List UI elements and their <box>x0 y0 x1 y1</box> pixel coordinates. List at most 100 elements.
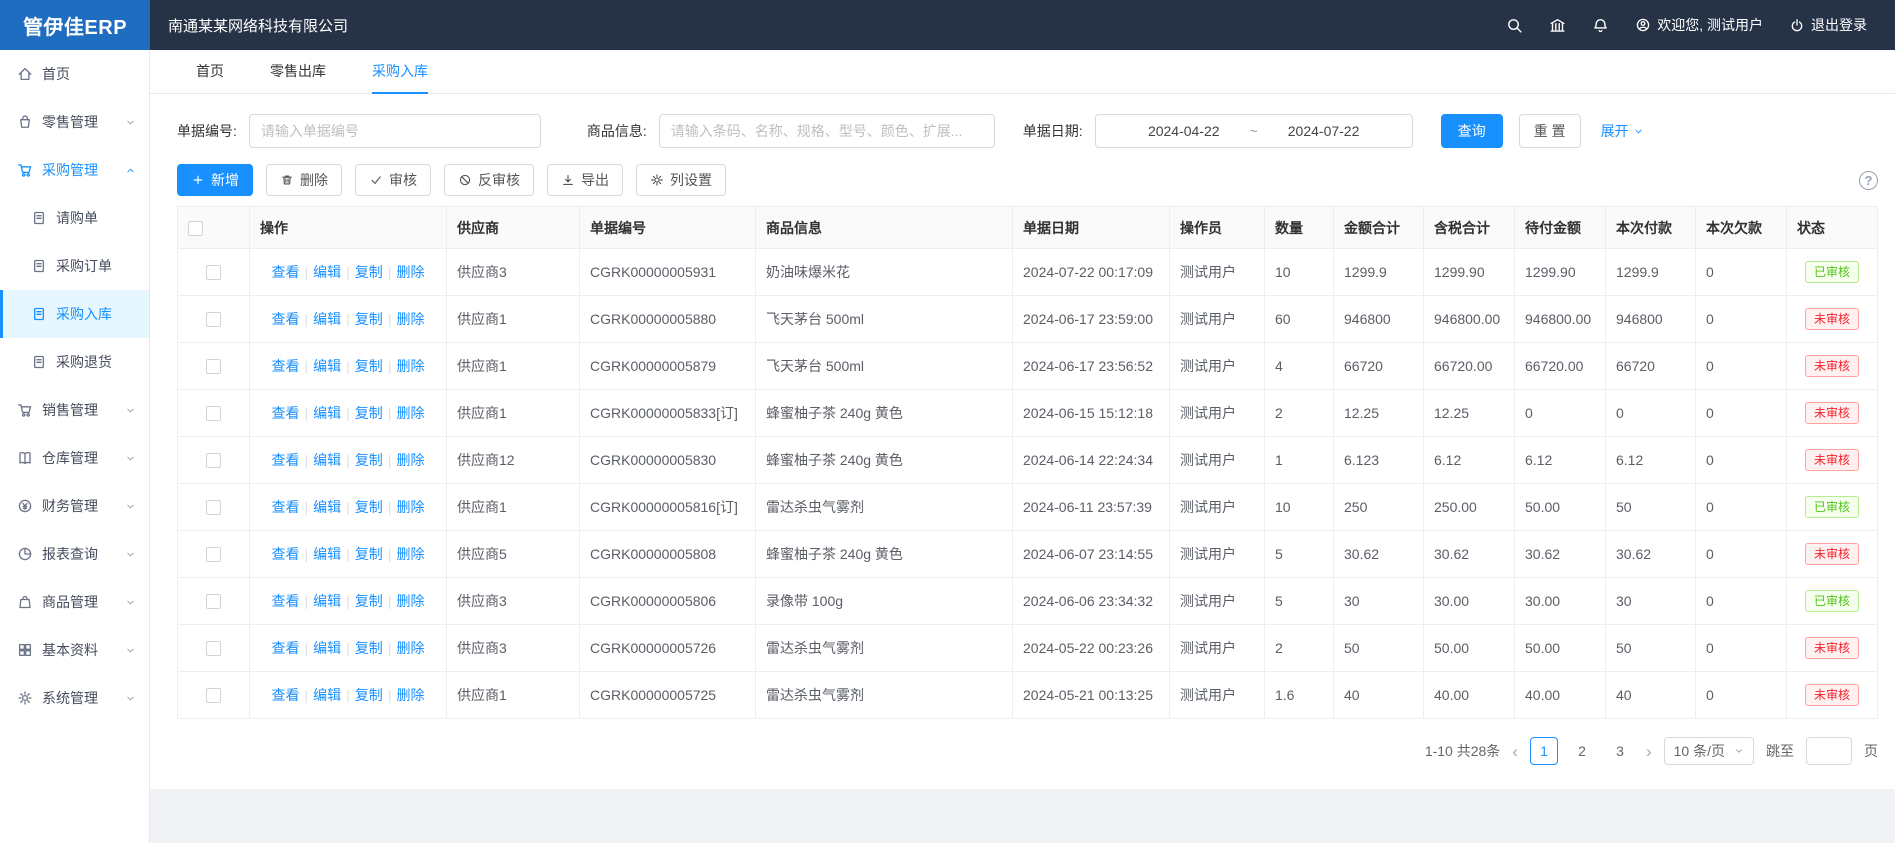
cell-payable: 6.12 <box>1515 437 1606 484</box>
tab-retail-outbound[interactable]: 零售出库 <box>270 50 326 94</box>
sidebar-item-system[interactable]: 系统管理 <box>0 674 149 722</box>
audit-button[interactable]: 审核 <box>355 164 431 196</box>
row-delete-link[interactable]: 删除 <box>396 640 424 656</box>
row-copy-link[interactable]: 复制 <box>355 546 383 562</box>
row-checkbox[interactable] <box>206 406 221 421</box>
row-delete-link[interactable]: 删除 <box>396 311 424 327</box>
user-menu[interactable]: 欢迎您, 测试用户 <box>1635 15 1763 35</box>
divider: | <box>388 452 392 468</box>
page-button-2[interactable]: 2 <box>1568 737 1596 765</box>
sidebar-item-finance[interactable]: 财务管理 <box>0 482 149 530</box>
sidebar-item-purchase-return[interactable]: 采购退货 <box>0 338 149 386</box>
row-delete-link[interactable]: 删除 <box>396 546 424 562</box>
search-button[interactable]: 查询 <box>1441 114 1503 148</box>
divider: | <box>346 546 350 562</box>
row-copy-link[interactable]: 复制 <box>355 311 383 327</box>
search-icon[interactable] <box>1506 17 1523 34</box>
jump-page-input[interactable] <box>1806 737 1852 765</box>
row-view-link[interactable]: 查看 <box>272 640 300 656</box>
sidebar-item-purchase-request[interactable]: 请购单 <box>0 194 149 242</box>
column-settings-button[interactable]: 列设置 <box>636 164 726 196</box>
next-page-button[interactable]: › <box>1646 743 1652 760</box>
row-copy-link[interactable]: 复制 <box>355 593 383 609</box>
sidebar-item-warehouse[interactable]: 仓库管理 <box>0 434 149 482</box>
row-delete-link[interactable]: 删除 <box>396 405 424 421</box>
row-view-link[interactable]: 查看 <box>272 452 300 468</box>
add-button[interactable]: 新增 <box>177 164 253 196</box>
page-button-3[interactable]: 3 <box>1606 737 1634 765</box>
date-end-value[interactable]: 2024-07-22 <box>1288 123 1360 139</box>
sidebar-item-basic-data[interactable]: 基本资料 <box>0 626 149 674</box>
row-checkbox[interactable] <box>206 500 221 515</box>
row-checkbox[interactable] <box>206 312 221 327</box>
notifications-icon[interactable] <box>1592 17 1609 34</box>
page-size-select[interactable]: 10 条/页 <box>1664 737 1754 765</box>
sidebar-item-goods[interactable]: 商品管理 <box>0 578 149 626</box>
row-view-link[interactable]: 查看 <box>272 358 300 374</box>
row-edit-link[interactable]: 编辑 <box>313 405 341 421</box>
sidebar-item-label: 销售管理 <box>42 400 98 420</box>
row-checkbox[interactable] <box>206 265 221 280</box>
date-range-picker[interactable]: 2024-04-22 ~ 2024-07-22 <box>1095 114 1413 148</box>
row-delete-link[interactable]: 删除 <box>396 687 424 703</box>
sidebar-item-purchase-inbound[interactable]: 采购入库 <box>0 290 149 338</box>
row-copy-link[interactable]: 复制 <box>355 358 383 374</box>
tab-home[interactable]: 首页 <box>196 50 224 94</box>
row-edit-link[interactable]: 编辑 <box>313 640 341 656</box>
sidebar-item-label: 采购退货 <box>56 352 112 372</box>
reset-button[interactable]: 重 置 <box>1519 114 1581 148</box>
unaudit-button[interactable]: 反审核 <box>444 164 534 196</box>
row-copy-link[interactable]: 复制 <box>355 499 383 515</box>
sidebar-item-sales[interactable]: 销售管理 <box>0 386 149 434</box>
row-view-link[interactable]: 查看 <box>272 264 300 280</box>
goods-input[interactable] <box>659 114 995 148</box>
prev-page-button[interactable]: ‹ <box>1512 743 1518 760</box>
row-copy-link[interactable]: 复制 <box>355 687 383 703</box>
sidebar-item-purchase-order[interactable]: 采购订单 <box>0 242 149 290</box>
sidebar-item-purchase[interactable]: 采购管理 <box>0 146 149 194</box>
doc-no-input[interactable] <box>249 114 541 148</box>
date-start-value[interactable]: 2024-04-22 <box>1148 123 1220 139</box>
row-edit-link[interactable]: 编辑 <box>313 264 341 280</box>
row-view-link[interactable]: 查看 <box>272 593 300 609</box>
delete-button[interactable]: 删除 <box>266 164 342 196</box>
row-delete-link[interactable]: 删除 <box>396 358 424 374</box>
row-delete-link[interactable]: 删除 <box>396 264 424 280</box>
row-view-link[interactable]: 查看 <box>272 687 300 703</box>
row-delete-link[interactable]: 删除 <box>396 593 424 609</box>
export-button[interactable]: 导出 <box>547 164 623 196</box>
row-checkbox[interactable] <box>206 688 221 703</box>
sidebar-item-report[interactable]: 报表查询 <box>0 530 149 578</box>
row-view-link[interactable]: 查看 <box>272 499 300 515</box>
expand-link[interactable]: 展开 <box>1601 121 1644 141</box>
row-edit-link[interactable]: 编辑 <box>313 687 341 703</box>
row-checkbox[interactable] <box>206 641 221 656</box>
logout-button[interactable]: 退出登录 <box>1789 15 1867 35</box>
row-copy-link[interactable]: 复制 <box>355 452 383 468</box>
row-edit-link[interactable]: 编辑 <box>313 546 341 562</box>
row-copy-link[interactable]: 复制 <box>355 640 383 656</box>
row-checkbox[interactable] <box>206 359 221 374</box>
row-delete-link[interactable]: 删除 <box>396 452 424 468</box>
page-button-1[interactable]: 1 <box>1530 737 1558 765</box>
row-edit-link[interactable]: 编辑 <box>313 499 341 515</box>
row-edit-link[interactable]: 编辑 <box>313 452 341 468</box>
row-copy-link[interactable]: 复制 <box>355 405 383 421</box>
sidebar-item-retail[interactable]: 零售管理 <box>0 98 149 146</box>
select-all-checkbox[interactable] <box>188 221 203 236</box>
row-edit-link[interactable]: 编辑 <box>313 311 341 327</box>
row-edit-link[interactable]: 编辑 <box>313 593 341 609</box>
row-view-link[interactable]: 查看 <box>272 405 300 421</box>
row-checkbox[interactable] <box>206 547 221 562</box>
row-checkbox[interactable] <box>206 453 221 468</box>
row-copy-link[interactable]: 复制 <box>355 264 383 280</box>
row-delete-link[interactable]: 删除 <box>396 499 424 515</box>
help-icon[interactable]: ? <box>1859 171 1878 190</box>
organization-icon[interactable] <box>1549 17 1566 34</box>
tab-purchase-inbound[interactable]: 采购入库 <box>372 50 428 94</box>
row-edit-link[interactable]: 编辑 <box>313 358 341 374</box>
sidebar-item-home[interactable]: 首页 <box>0 50 149 98</box>
row-checkbox[interactable] <box>206 594 221 609</box>
row-view-link[interactable]: 查看 <box>272 311 300 327</box>
row-view-link[interactable]: 查看 <box>272 546 300 562</box>
